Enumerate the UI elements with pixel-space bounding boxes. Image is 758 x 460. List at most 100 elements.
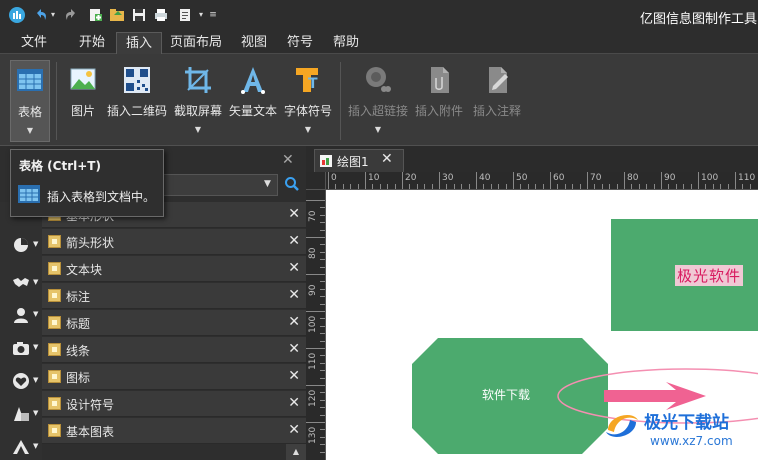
ruler-minor-tick xyxy=(601,184,603,189)
tab-insert[interactable]: 插入 xyxy=(116,32,162,55)
close-icon[interactable]: ✕ xyxy=(288,341,300,357)
ruler-tick xyxy=(402,172,403,189)
insert-attachment-button[interactable]: 插入附件 xyxy=(412,60,466,142)
library-item[interactable]: 标题 ✕ xyxy=(42,310,306,336)
print-icon[interactable] xyxy=(152,6,170,24)
ruler-minor-tick xyxy=(320,407,325,409)
library-item[interactable]: 箭头形状 ✕ xyxy=(42,229,306,255)
insert-table-button[interactable]: 表格 ▼ xyxy=(10,60,50,142)
close-icon[interactable]: ✕ xyxy=(381,151,393,167)
ruler-minor-tick xyxy=(505,184,507,189)
app-logo-icon[interactable] xyxy=(8,6,26,24)
insert-picture-button[interactable]: 图片 xyxy=(64,60,102,142)
document-tabs: 绘图1 ✕ xyxy=(306,146,758,172)
ruler-minor-tick xyxy=(705,184,707,189)
search-icon[interactable] xyxy=(284,176,300,192)
ruler-tick xyxy=(306,422,325,423)
close-icon[interactable]: ✕ xyxy=(282,152,294,168)
ruler-minor-tick xyxy=(320,229,325,231)
title-bar: ▾ ▾ ≡ 亿图信息图制作工具(试 xyxy=(0,0,758,32)
close-icon[interactable]: ✕ xyxy=(288,395,300,411)
ruler-minor-tick xyxy=(646,184,648,189)
export-icon[interactable] xyxy=(176,6,194,24)
tab-view[interactable]: 视图 xyxy=(234,32,274,54)
map-icon[interactable]: ▼ xyxy=(12,274,38,294)
close-icon[interactable]: ✕ xyxy=(288,314,300,330)
pie-chart-icon[interactable]: ▼ xyxy=(12,236,38,256)
ribbon-separator xyxy=(340,62,341,140)
ruler-minor-tick xyxy=(668,184,670,189)
ruler-minor-tick xyxy=(720,184,722,189)
tab-home[interactable]: 开始 xyxy=(72,32,112,54)
export-dropdown-icon[interactable]: ▾ xyxy=(196,6,206,24)
document-tab[interactable]: 绘图1 ✕ xyxy=(314,149,404,172)
ruler-minor-tick xyxy=(424,184,426,189)
save-icon[interactable] xyxy=(130,6,148,24)
ruler-minor-tick xyxy=(653,184,655,189)
undo-dropdown-icon[interactable]: ▾ xyxy=(48,6,58,24)
library-item[interactable]: 文本块 ✕ xyxy=(42,256,306,282)
tab-symbols[interactable]: 符号 xyxy=(280,32,320,54)
chevron-down-icon[interactable]: ▼ xyxy=(264,179,271,189)
ruler-tick xyxy=(306,200,325,201)
insert-hyperlink-label: 插入超链接 xyxy=(347,104,408,118)
close-icon[interactable]: ✕ xyxy=(288,260,300,276)
ruler-minor-tick xyxy=(320,414,325,416)
close-icon[interactable]: ✕ xyxy=(288,233,300,249)
font-symbol-button[interactable]: T 字体符号 ▼ xyxy=(282,60,334,142)
note-icon xyxy=(489,67,508,93)
ruler-minor-tick xyxy=(320,325,325,327)
chevron-down-icon: ▼ xyxy=(304,125,312,134)
screenshot-button[interactable]: 截取屏幕 ▼ xyxy=(172,60,224,142)
library-folder-icon xyxy=(48,343,61,356)
triangle-icon[interactable]: ▼ xyxy=(12,438,38,458)
customize-icon[interactable]: ≡ xyxy=(208,6,218,24)
redo-icon[interactable] xyxy=(62,6,80,24)
ruler-label: 100 xyxy=(701,173,719,183)
tab-page-layout[interactable]: 页面布局 xyxy=(168,32,224,54)
ruler-minor-tick xyxy=(579,184,581,189)
close-icon[interactable]: ✕ xyxy=(288,206,300,222)
insert-note-button[interactable]: 插入注释 xyxy=(470,60,524,142)
ruler-minor-tick xyxy=(690,184,692,189)
vector-text-button[interactable]: 矢量文本 xyxy=(228,60,278,142)
close-icon[interactable]: ✕ xyxy=(288,422,300,438)
library-item-label: 线条 xyxy=(66,344,91,358)
library-item-label: 文本块 xyxy=(66,263,103,277)
ruler-minor-tick xyxy=(372,184,374,189)
shapes-icon[interactable]: ▼ xyxy=(12,405,38,425)
heart-icon[interactable]: ▼ xyxy=(12,372,38,392)
attachment-icon xyxy=(431,67,449,93)
new-icon[interactable] xyxy=(86,6,104,24)
qrcode-icon xyxy=(124,67,150,93)
library-folder-icon xyxy=(48,289,61,302)
vector-text-icon xyxy=(241,67,265,94)
user-icon[interactable]: ▼ xyxy=(12,306,38,326)
insert-hyperlink-button[interactable]: 插入超链接 ▼ xyxy=(346,60,410,142)
library-item[interactable]: 标注 ✕ xyxy=(42,283,306,309)
library-item[interactable]: 图标 ✕ xyxy=(42,364,306,390)
ruler-minor-tick xyxy=(409,184,411,189)
ruler-minor-tick xyxy=(350,184,352,189)
library-item[interactable]: 线条 ✕ xyxy=(42,337,306,363)
ruler-minor-tick xyxy=(320,244,325,246)
scroll-up-button[interactable]: ▲ xyxy=(286,444,306,460)
ruler-minor-tick xyxy=(727,184,729,189)
ruler-minor-tick xyxy=(320,340,325,342)
close-icon[interactable]: ✕ xyxy=(288,368,300,384)
tab-help[interactable]: 帮助 xyxy=(326,32,366,54)
library-item[interactable]: 基本图表 ✕ xyxy=(42,418,306,444)
ruler-minor-tick xyxy=(320,318,325,320)
ruler-minor-tick xyxy=(609,184,611,189)
close-icon[interactable]: ✕ xyxy=(288,287,300,303)
open-icon[interactable] xyxy=(108,6,126,24)
watermark-title: 极光下载站 xyxy=(644,413,729,433)
tooltip-description: 插入表格到文档中。 xyxy=(47,190,156,204)
tab-file[interactable]: 文件 xyxy=(14,32,54,54)
ruler-label: 110 xyxy=(738,173,756,183)
library-item[interactable]: 设计符号 ✕ xyxy=(42,391,306,417)
insert-qrcode-button[interactable]: 插入二维码 xyxy=(104,60,170,142)
ribbon: 表格 ▼ 图片 插入二维码 截取屏幕 ▼ 矢量文本 T 字体符号 ▼ 插入超链接… xyxy=(0,54,758,146)
camera-icon[interactable]: ▼ xyxy=(12,339,38,359)
insert-picture-label: 图片 xyxy=(70,104,95,118)
